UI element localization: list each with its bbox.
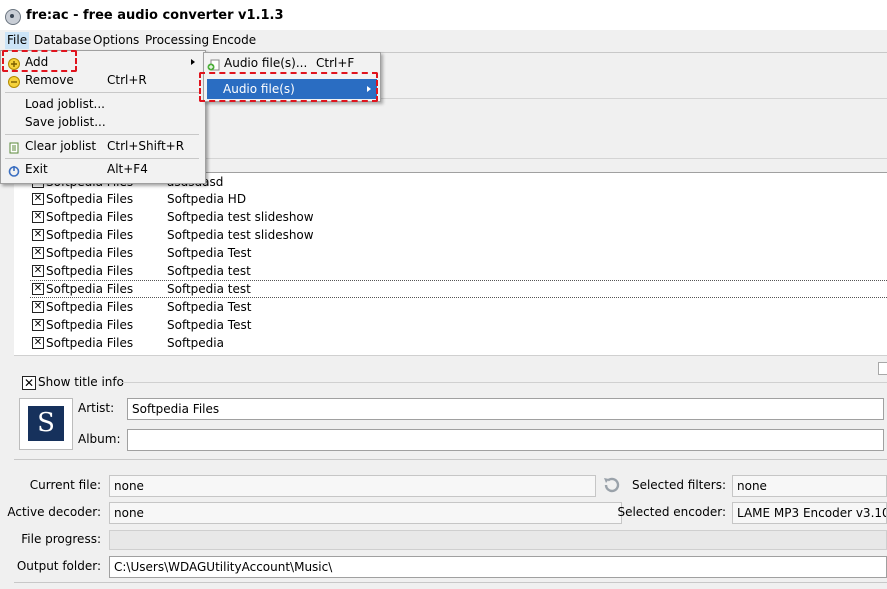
menu-item-shortcut: Ctrl+R (107, 73, 147, 87)
menu-database[interactable]: Database (34, 32, 91, 49)
menu-item-clear-joblist[interactable]: Clear joblist Ctrl+Shift+R (1, 136, 203, 156)
row-checkbox[interactable]: ✕ (32, 211, 44, 223)
table-row-selected[interactable]: ✕ Softpedia Files Softpedia test (30, 280, 887, 298)
row-artist: Softpedia Files (46, 300, 134, 314)
row-artist: Softpedia Files (46, 246, 134, 260)
row-title: Softpedia Test (167, 300, 252, 314)
menu-item-remove[interactable]: Remove Ctrl+R (1, 70, 203, 90)
exit-icon (8, 163, 20, 177)
row-checkbox[interactable]: ✕ (32, 193, 44, 205)
row-title: Softpedia Test (167, 318, 252, 332)
tab-separator (205, 158, 887, 159)
app-icon[interactable] (5, 9, 21, 25)
menu-item-audio-files-dialog[interactable]: Audio file(s)... Ctrl+F (204, 53, 378, 73)
row-artist: Softpedia Files (46, 192, 134, 206)
table-row[interactable]: ✕ Softpedia Files Softpedia test slidesh… (30, 226, 887, 244)
row-artist: Softpedia Files (46, 336, 134, 350)
menu-item-exit[interactable]: Exit Alt+F4 (1, 159, 203, 179)
menu-item-label: Load joblist... (25, 97, 105, 111)
selected-filters-field: none (732, 475, 887, 497)
menu-item-label: Exit (25, 162, 48, 176)
menu-file[interactable]: File (5, 32, 30, 49)
annotation-highlight-add (2, 50, 77, 72)
table-row[interactable]: ✕ Softpedia Files Softpedia HD (30, 190, 887, 208)
annotation-highlight-audio-files (199, 72, 378, 102)
table-row[interactable]: ✕ Softpedia Files Softpedia test (30, 262, 887, 280)
selected-encoder-field: LAME MP3 Encoder v3.100 (732, 502, 887, 524)
groupbox-line (120, 382, 887, 383)
menu-item-shortcut: Ctrl+Shift+R (107, 139, 185, 153)
row-artist: Softpedia Files (46, 210, 134, 224)
menu-bar: File Database Options Processing Encode (0, 30, 887, 50)
menu-item-save-joblist[interactable]: Save joblist... (1, 112, 203, 132)
show-title-info-label[interactable]: Show title info (38, 375, 124, 389)
row-title: Softpedia (167, 336, 224, 350)
current-file-label: Current file: (29, 478, 101, 492)
clear-icon (8, 140, 20, 154)
menu-item-label: Save joblist... (25, 115, 106, 129)
row-artist: Softpedia Files (46, 282, 134, 296)
row-title: Softpedia HD (167, 192, 247, 206)
row-title: Softpedia test (167, 264, 251, 278)
album-cover[interactable]: S (19, 398, 73, 450)
row-checkbox[interactable]: ✕ (32, 283, 44, 295)
row-artist: Softpedia Files (46, 264, 134, 278)
row-checkbox[interactable]: ✕ (32, 265, 44, 277)
active-decoder-field: none (109, 502, 622, 524)
row-checkbox[interactable]: ✕ (32, 247, 44, 259)
section-separator (14, 459, 887, 460)
row-checkbox[interactable]: ✕ (32, 337, 44, 349)
menu-separator (5, 92, 199, 93)
menu-separator (5, 134, 199, 135)
window-bottom-border (14, 582, 887, 583)
album-label: Album: (78, 432, 121, 446)
output-folder-field[interactable]: C:\Users\WDAGUtilityAccount\Music\ (109, 556, 887, 578)
menu-item-label: Audio file(s)... (224, 56, 308, 70)
menu-item-load-joblist[interactable]: Load joblist... (1, 94, 203, 114)
table-row[interactable]: ✕ Softpedia Files Softpedia Test (30, 298, 887, 316)
row-title: Softpedia test (167, 282, 251, 296)
menu-encode[interactable]: Encode (212, 32, 256, 49)
row-checkbox[interactable]: ✕ (32, 229, 44, 241)
joblist[interactable]: ✕ Softpedia Files asdsdasd ✕ Softpedia F… (14, 172, 887, 356)
horizontal-scrollbar[interactable] (878, 362, 887, 375)
row-title: Softpedia test slideshow (167, 228, 314, 242)
file-progress-label: File progress: (21, 532, 101, 546)
album-field[interactable] (127, 429, 884, 451)
menu-item-shortcut: Ctrl+F (316, 56, 355, 70)
table-row[interactable]: ✕ Softpedia Files Softpedia (30, 334, 887, 352)
artist-field[interactable]: Softpedia Files (127, 398, 884, 420)
artist-label: Artist: (78, 401, 115, 415)
submenu-arrow-icon (191, 59, 195, 65)
selected-encoder-label: Selected encoder: (617, 505, 726, 519)
window-title: fre:ac - free audio converter v1.1.3 (26, 8, 284, 23)
menu-processing[interactable]: Processing (145, 32, 209, 49)
table-row[interactable]: ✕ Softpedia Files Softpedia test slidesh… (30, 208, 887, 226)
row-artist: Softpedia Files (46, 318, 134, 332)
remove-icon (8, 74, 20, 88)
selected-filters-label: Selected filters: (631, 478, 726, 492)
row-title: Softpedia Test (167, 246, 252, 260)
menu-item-shortcut: Alt+F4 (107, 162, 148, 176)
row-title: Softpedia test slideshow (167, 210, 314, 224)
row-artist: Softpedia Files (46, 228, 134, 242)
row-checkbox[interactable]: ✕ (32, 319, 44, 331)
menu-item-label: Remove (25, 73, 74, 87)
menu-item-label: Clear joblist (25, 139, 97, 153)
row-checkbox[interactable]: ✕ (32, 301, 44, 313)
menu-options[interactable]: Options (93, 32, 139, 49)
file-progress-bar (109, 530, 887, 550)
add-file-icon (207, 57, 220, 71)
softpedia-logo: S (28, 406, 64, 441)
table-row[interactable]: ✕ Softpedia Files Softpedia Test (30, 244, 887, 262)
title-bar: fre:ac - free audio converter v1.1.3 (0, 0, 887, 31)
show-title-info-checkbox[interactable]: ✕ (22, 376, 36, 390)
table-row[interactable]: ✕ Softpedia Files Softpedia Test (30, 316, 887, 334)
active-decoder-label: Active decoder: (7, 505, 101, 519)
current-file-field: none (109, 475, 596, 497)
output-folder-label: Output folder: (16, 559, 101, 573)
